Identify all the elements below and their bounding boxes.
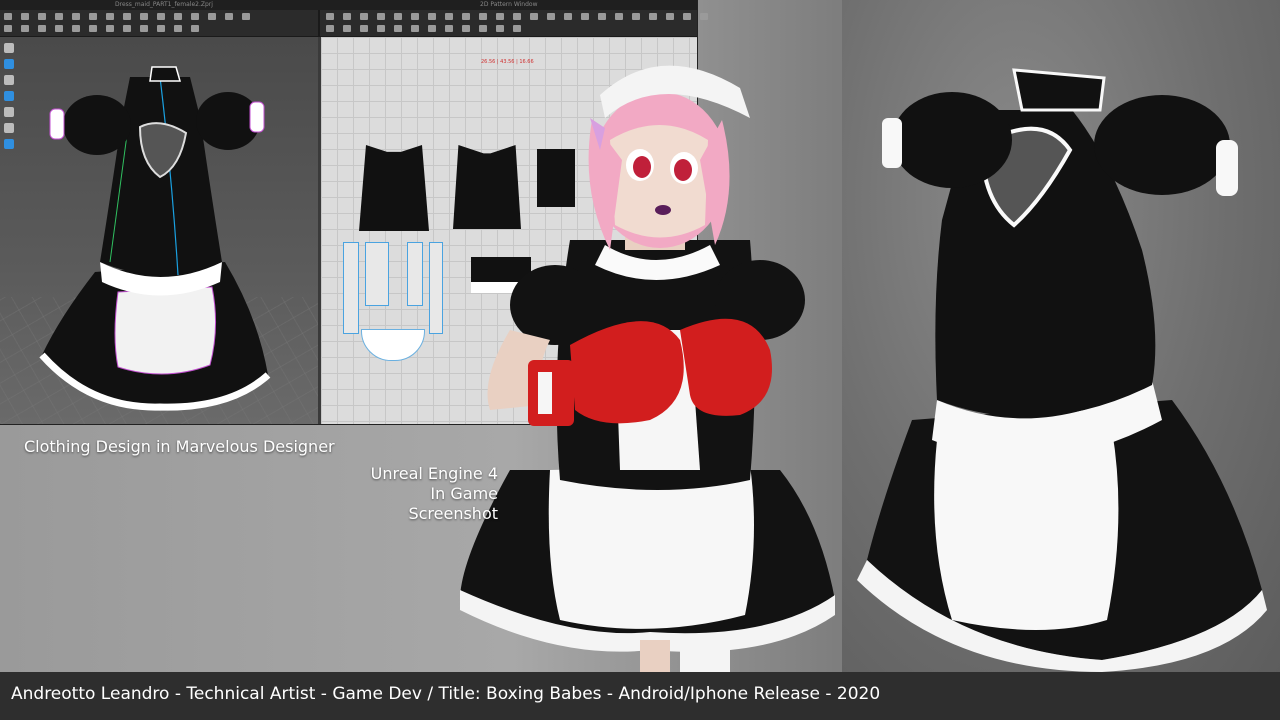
select-tool-icon[interactable] [4,13,12,20]
2d-hide-icon[interactable] [411,25,419,32]
2d-cut-icon[interactable] [360,25,368,32]
transform-tool-icon[interactable] [38,13,46,20]
2d-seamline-icon[interactable] [326,25,334,32]
pin-tool-icon[interactable] [72,13,80,20]
brush-tool-icon[interactable] [123,13,131,20]
morph-tool-icon[interactable] [123,25,131,32]
fold-tool-icon[interactable] [55,13,63,20]
texture-tool-icon[interactable] [140,13,148,20]
credits-text: Andreotto Leandro - Technical Artist - G… [11,684,881,704]
light-tool-icon[interactable] [191,25,199,32]
flatten-tool-icon[interactable] [21,25,29,32]
zipper-tool-icon[interactable] [174,13,182,20]
tack-tool-icon[interactable] [89,13,97,20]
project-title: Dress_maid_PART1_female2.Zprj [115,1,213,8]
2d-internal-line-icon[interactable] [411,13,419,20]
unreal-caption-line3: Screenshot [408,504,498,523]
2d-dart-icon[interactable] [428,13,436,20]
2d-select-icon[interactable] [326,13,334,20]
freeze-tool-icon[interactable] [55,25,63,32]
pattern-piece-apron[interactable] [361,329,425,361]
pattern-piece-strip-2[interactable] [365,242,389,306]
camera-tool-icon[interactable] [174,25,182,32]
marvelous-caption: Clothing Design in Marvelous Designer [24,437,335,456]
3d-dress-model [39,66,271,411]
toolbar-row-3d [4,13,250,20]
2d-edit-point-icon[interactable] [343,13,351,20]
pattern-piece-strip-3[interactable] [407,242,423,306]
dress-closeup-render [857,68,1267,672]
arrange-tool-icon[interactable] [4,25,12,32]
pattern-piece-strip-1[interactable] [343,242,359,334]
2d-merge-icon[interactable] [377,25,385,32]
toolbar-row-3d-secondary [4,25,199,32]
pattern-piece-front-bodice[interactable] [359,145,429,231]
2d-lock-icon[interactable] [394,25,402,32]
pattern-piece-strip-4[interactable] [429,242,443,334]
strengthen-tool-icon[interactable] [38,25,46,32]
2d-polygon-icon[interactable] [360,13,368,20]
button-tool-icon[interactable] [157,13,165,20]
credits-footer: Andreotto Leandro - Technical Artist - G… [0,672,1280,720]
toolbar-divider [318,10,320,36]
unreal-caption-line1: Unreal Engine 4 [370,464,498,483]
measure-tool-icon[interactable] [106,13,114,20]
move-tool-icon[interactable] [21,13,29,20]
unreal-caption-line2: In Game [430,484,498,503]
deactivate-tool-icon[interactable] [72,25,80,32]
render-tool-icon[interactable] [157,25,165,32]
puckering-tool-icon[interactable] [208,13,216,20]
ingame-character-render [460,65,835,672]
unreal-caption: Unreal Engine 4 In Game Screenshot [298,464,498,524]
simulate-tool-icon[interactable] [242,13,250,20]
layer-tool-icon[interactable] [89,25,97,32]
avatar-tool-icon[interactable] [225,13,233,20]
2d-circle-icon[interactable] [394,13,402,20]
record-tool-icon[interactable] [140,25,148,32]
topstitch-tool-icon[interactable] [191,13,199,20]
2d-layer-icon[interactable] [428,25,436,32]
3d-viewport[interactable] [0,37,318,424]
2d-mirror-icon[interactable] [343,25,351,32]
hide-tool-icon[interactable] [106,25,114,32]
2d-rectangle-icon[interactable] [377,13,385,20]
